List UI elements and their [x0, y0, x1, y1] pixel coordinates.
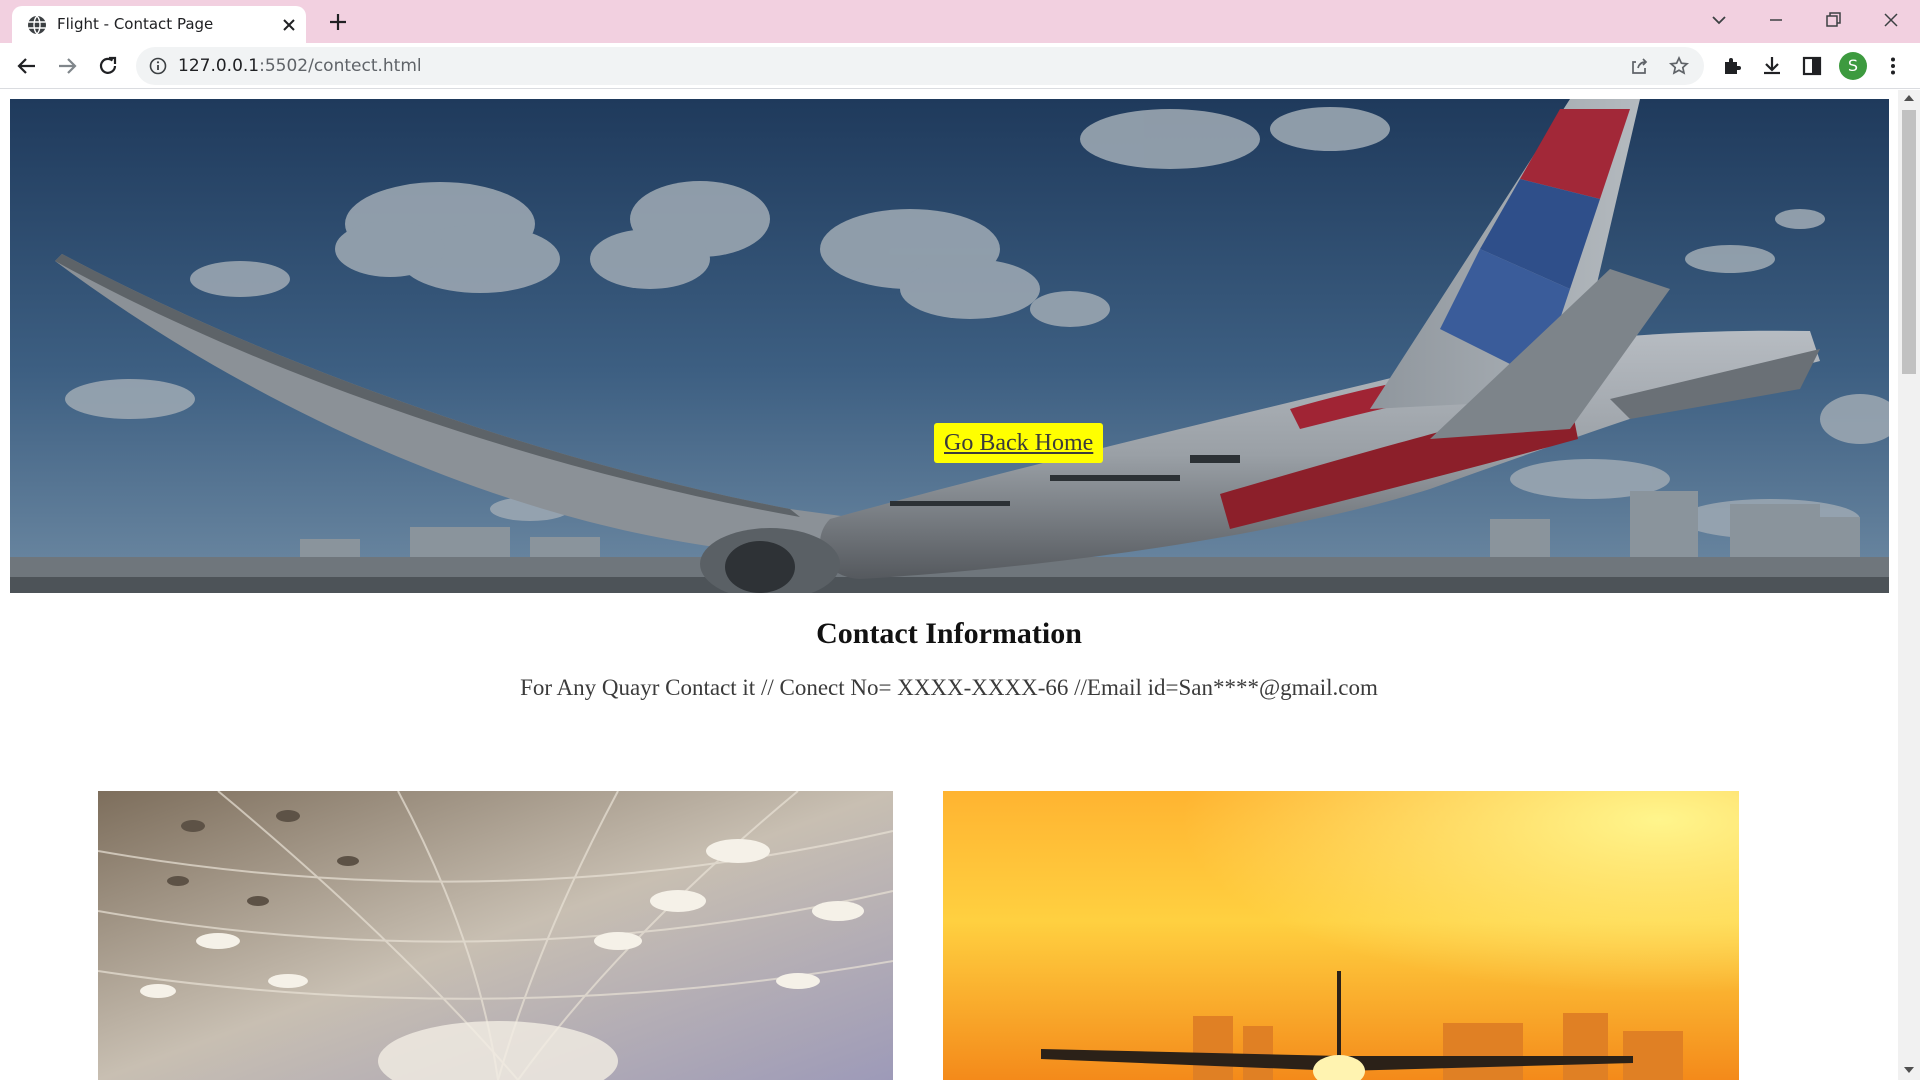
plus-icon[interactable]: [326, 10, 350, 34]
airplane-sunset-image: [943, 791, 1739, 1080]
side-panel-icon[interactable]: [1799, 53, 1825, 79]
url-text[interactable]: 127.0.0.1:5502/contect.html: [178, 56, 422, 76]
scroll-thumb[interactable]: [1902, 110, 1916, 374]
download-icon[interactable]: [1759, 53, 1785, 79]
avatar[interactable]: S: [1839, 52, 1867, 80]
scroll-down-arrow-icon[interactable]: [1903, 1065, 1915, 1075]
globe-icon: [28, 15, 46, 35]
url-host: 127.0.0.1: [178, 56, 260, 76]
contact-heading: Contact Information: [816, 617, 1082, 650]
address-bar[interactable]: 127.0.0.1:5502/contect.html: [136, 47, 1704, 85]
kebab-menu-icon[interactable]: [1880, 53, 1906, 79]
reload-icon[interactable]: [95, 53, 121, 79]
star-icon[interactable]: [1668, 55, 1690, 77]
back-arrow-icon[interactable]: [14, 53, 40, 79]
browser-toolbar: 127.0.0.1:5502/contect.html S: [0, 43, 1920, 89]
scroll-up-arrow-icon[interactable]: [1903, 93, 1915, 103]
forward-arrow-icon[interactable]: [54, 53, 80, 79]
extensions-icon[interactable]: [1719, 53, 1745, 79]
airplane-hero-image: [10, 99, 1889, 593]
url-path: :5502/contect.html: [259, 56, 422, 76]
window-close-icon[interactable]: [1879, 8, 1903, 32]
page-viewport: Go Back Home Contact Information For Any…: [0, 90, 1920, 1080]
chevron-down-icon[interactable]: [1707, 8, 1731, 32]
hero-banner: Go Back Home: [10, 99, 1889, 593]
page-scrollbar[interactable]: [1898, 90, 1920, 1080]
tab-strip: Flight - Contact Page: [0, 0, 1920, 43]
tab-title: Flight - Contact Page: [57, 15, 214, 33]
close-icon[interactable]: [280, 16, 298, 34]
terminal-ceiling-image: [98, 791, 893, 1080]
share-icon[interactable]: [1628, 55, 1650, 77]
minimize-icon[interactable]: [1764, 8, 1788, 32]
go-back-home-button[interactable]: Go Back Home: [934, 423, 1104, 463]
tab-flight-contact[interactable]: Flight - Contact Page: [12, 6, 306, 43]
contact-details: For Any Quayr Contact it // Conect No= X…: [520, 675, 1378, 700]
info-icon[interactable]: [148, 56, 168, 76]
restore-icon[interactable]: [1821, 8, 1845, 32]
airplane-sunset-photo: [943, 791, 1739, 1080]
terminal-ceiling-photo: [98, 791, 893, 1080]
